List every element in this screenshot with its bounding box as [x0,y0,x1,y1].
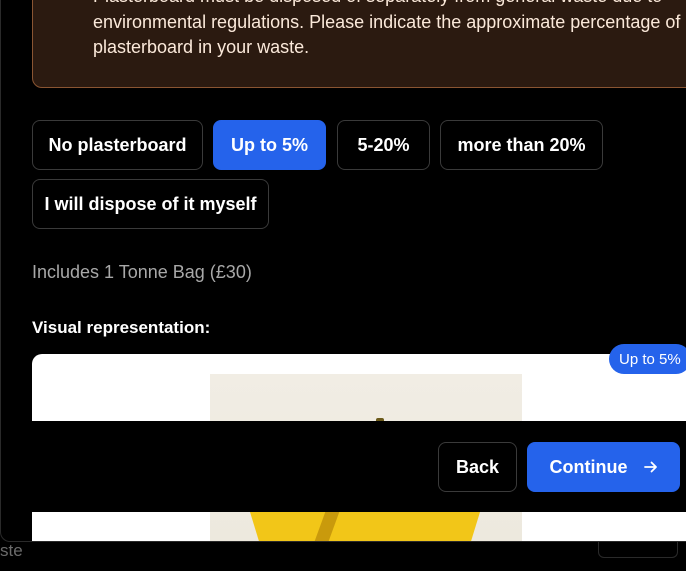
visual-representation-label: Visual representation: [32,318,211,337]
back-button-label: Back [455,456,500,477]
plasterboard-modal: Plasterboard must be disposed of separat… [0,0,686,542]
continue-button[interactable]: Continue [527,442,680,492]
option-dispose-myself[interactable]: I will dispose of it myself [32,179,269,229]
option-more-than-20[interactable]: more than 20% [440,120,603,170]
back-button[interactable]: Back [438,442,517,492]
background-partial-text: ste [0,541,23,560]
percentage-badge: Up to 5% [609,344,686,374]
modal-footer: Back Continue [32,421,686,512]
plasterboard-notice-text: Plasterboard must be disposed of separat… [93,0,681,57]
arrow-right-icon [643,461,657,473]
includes-text: Includes 1 Tonne Bag (£30) [32,262,252,282]
continue-button-label: Continue [549,456,628,477]
page: ste Plasterboard must be disposed of sep… [0,0,686,571]
option-up-to-5[interactable]: Up to 5% [213,120,326,170]
option-5-20[interactable]: 5-20% [337,120,430,170]
option-no-plasterboard[interactable]: No plasterboard [32,120,203,170]
bag-shape [250,512,480,541]
